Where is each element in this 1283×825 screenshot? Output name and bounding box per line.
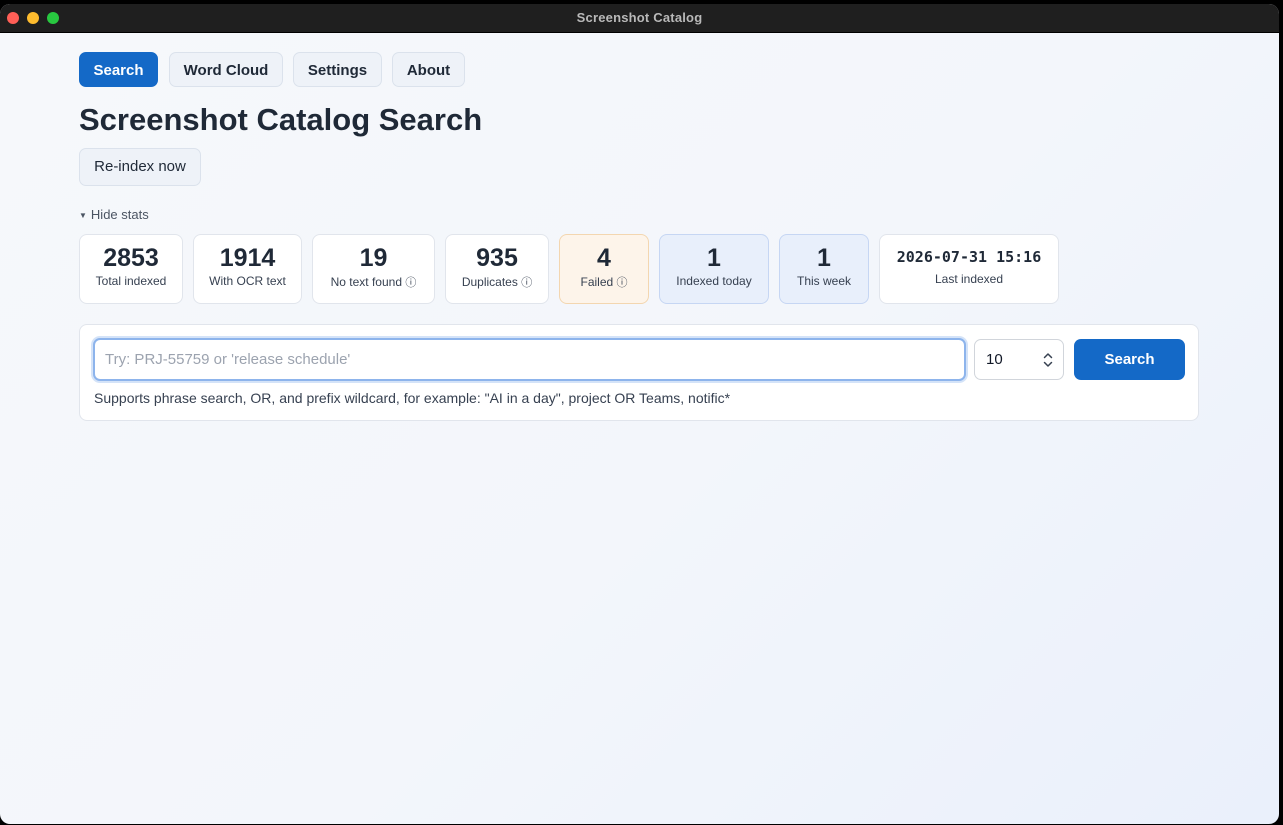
stat-value: 19: [359, 244, 388, 272]
tab-word-cloud[interactable]: Word Cloud: [169, 52, 283, 87]
info-icon[interactable]: ⓘ: [521, 277, 532, 289]
page-title: Screenshot Catalog Search: [79, 102, 483, 137]
stat-last-indexed: 2026-07-31 15:16 Last indexed: [879, 234, 1059, 304]
reindex-button[interactable]: Re-index now: [79, 148, 201, 186]
stat-value: 2026-07-31 15:16: [896, 248, 1042, 266]
stat-value: 1: [817, 244, 831, 272]
search-button[interactable]: Search: [1074, 339, 1185, 380]
stat-value: 4: [597, 244, 611, 272]
stat-label: Duplicates: [461, 275, 518, 289]
stat-label: No text found: [330, 275, 403, 289]
search-input[interactable]: [93, 338, 966, 381]
search-help-text: Supports phrase search, OR, and prefix w…: [94, 390, 731, 406]
window-title: Screenshot Catalog: [576, 10, 703, 25]
stat-label: Indexed today: [676, 274, 752, 288]
stat-this-week: 1 This week: [779, 234, 869, 304]
stat-indexed-today: 1 Indexed today: [659, 234, 769, 304]
info-icon[interactable]: ⓘ: [617, 277, 628, 289]
stat-label: With OCR text: [209, 274, 286, 288]
stat-value: 1914: [219, 244, 276, 272]
result-limit-value: 10: [986, 351, 1003, 368]
stepper-arrows-icon[interactable]: [1043, 351, 1053, 369]
toggle-stats-button[interactable]: ▼ Hide stats: [79, 207, 149, 222]
stat-no-text-found: 19 No text found ⓘ: [312, 234, 435, 304]
stat-label: Total indexed: [95, 274, 167, 288]
stat-label: This week: [796, 274, 852, 288]
tab-about[interactable]: About: [392, 52, 465, 87]
search-panel: 10 Search Supports phrase search, OR, an…: [79, 324, 1199, 421]
stat-total-indexed: 2853 Total indexed: [79, 234, 183, 304]
stat-value: 2853: [103, 244, 159, 272]
title-bar: Screenshot Catalog: [0, 4, 1279, 33]
result-limit-stepper[interactable]: 10: [974, 339, 1064, 380]
stat-duplicates: 935 Duplicates ⓘ: [445, 234, 549, 304]
tab-search[interactable]: Search: [79, 52, 158, 87]
info-icon[interactable]: ⓘ: [405, 277, 416, 289]
stat-value: 935: [476, 244, 518, 272]
stat-failed: 4 Failed ⓘ: [559, 234, 649, 304]
tab-settings[interactable]: Settings: [293, 52, 382, 87]
app-window: Screenshot Catalog Search Word Cloud Set…: [0, 4, 1279, 824]
toggle-stats-label: Hide stats: [90, 207, 149, 222]
caret-down-icon: ▼: [79, 211, 87, 220]
stat-value: 1: [707, 244, 721, 272]
stat-label: Last indexed: [934, 272, 1004, 286]
stat-label: Failed: [580, 275, 614, 289]
stat-with-ocr-text: 1914 With OCR text: [193, 234, 302, 304]
